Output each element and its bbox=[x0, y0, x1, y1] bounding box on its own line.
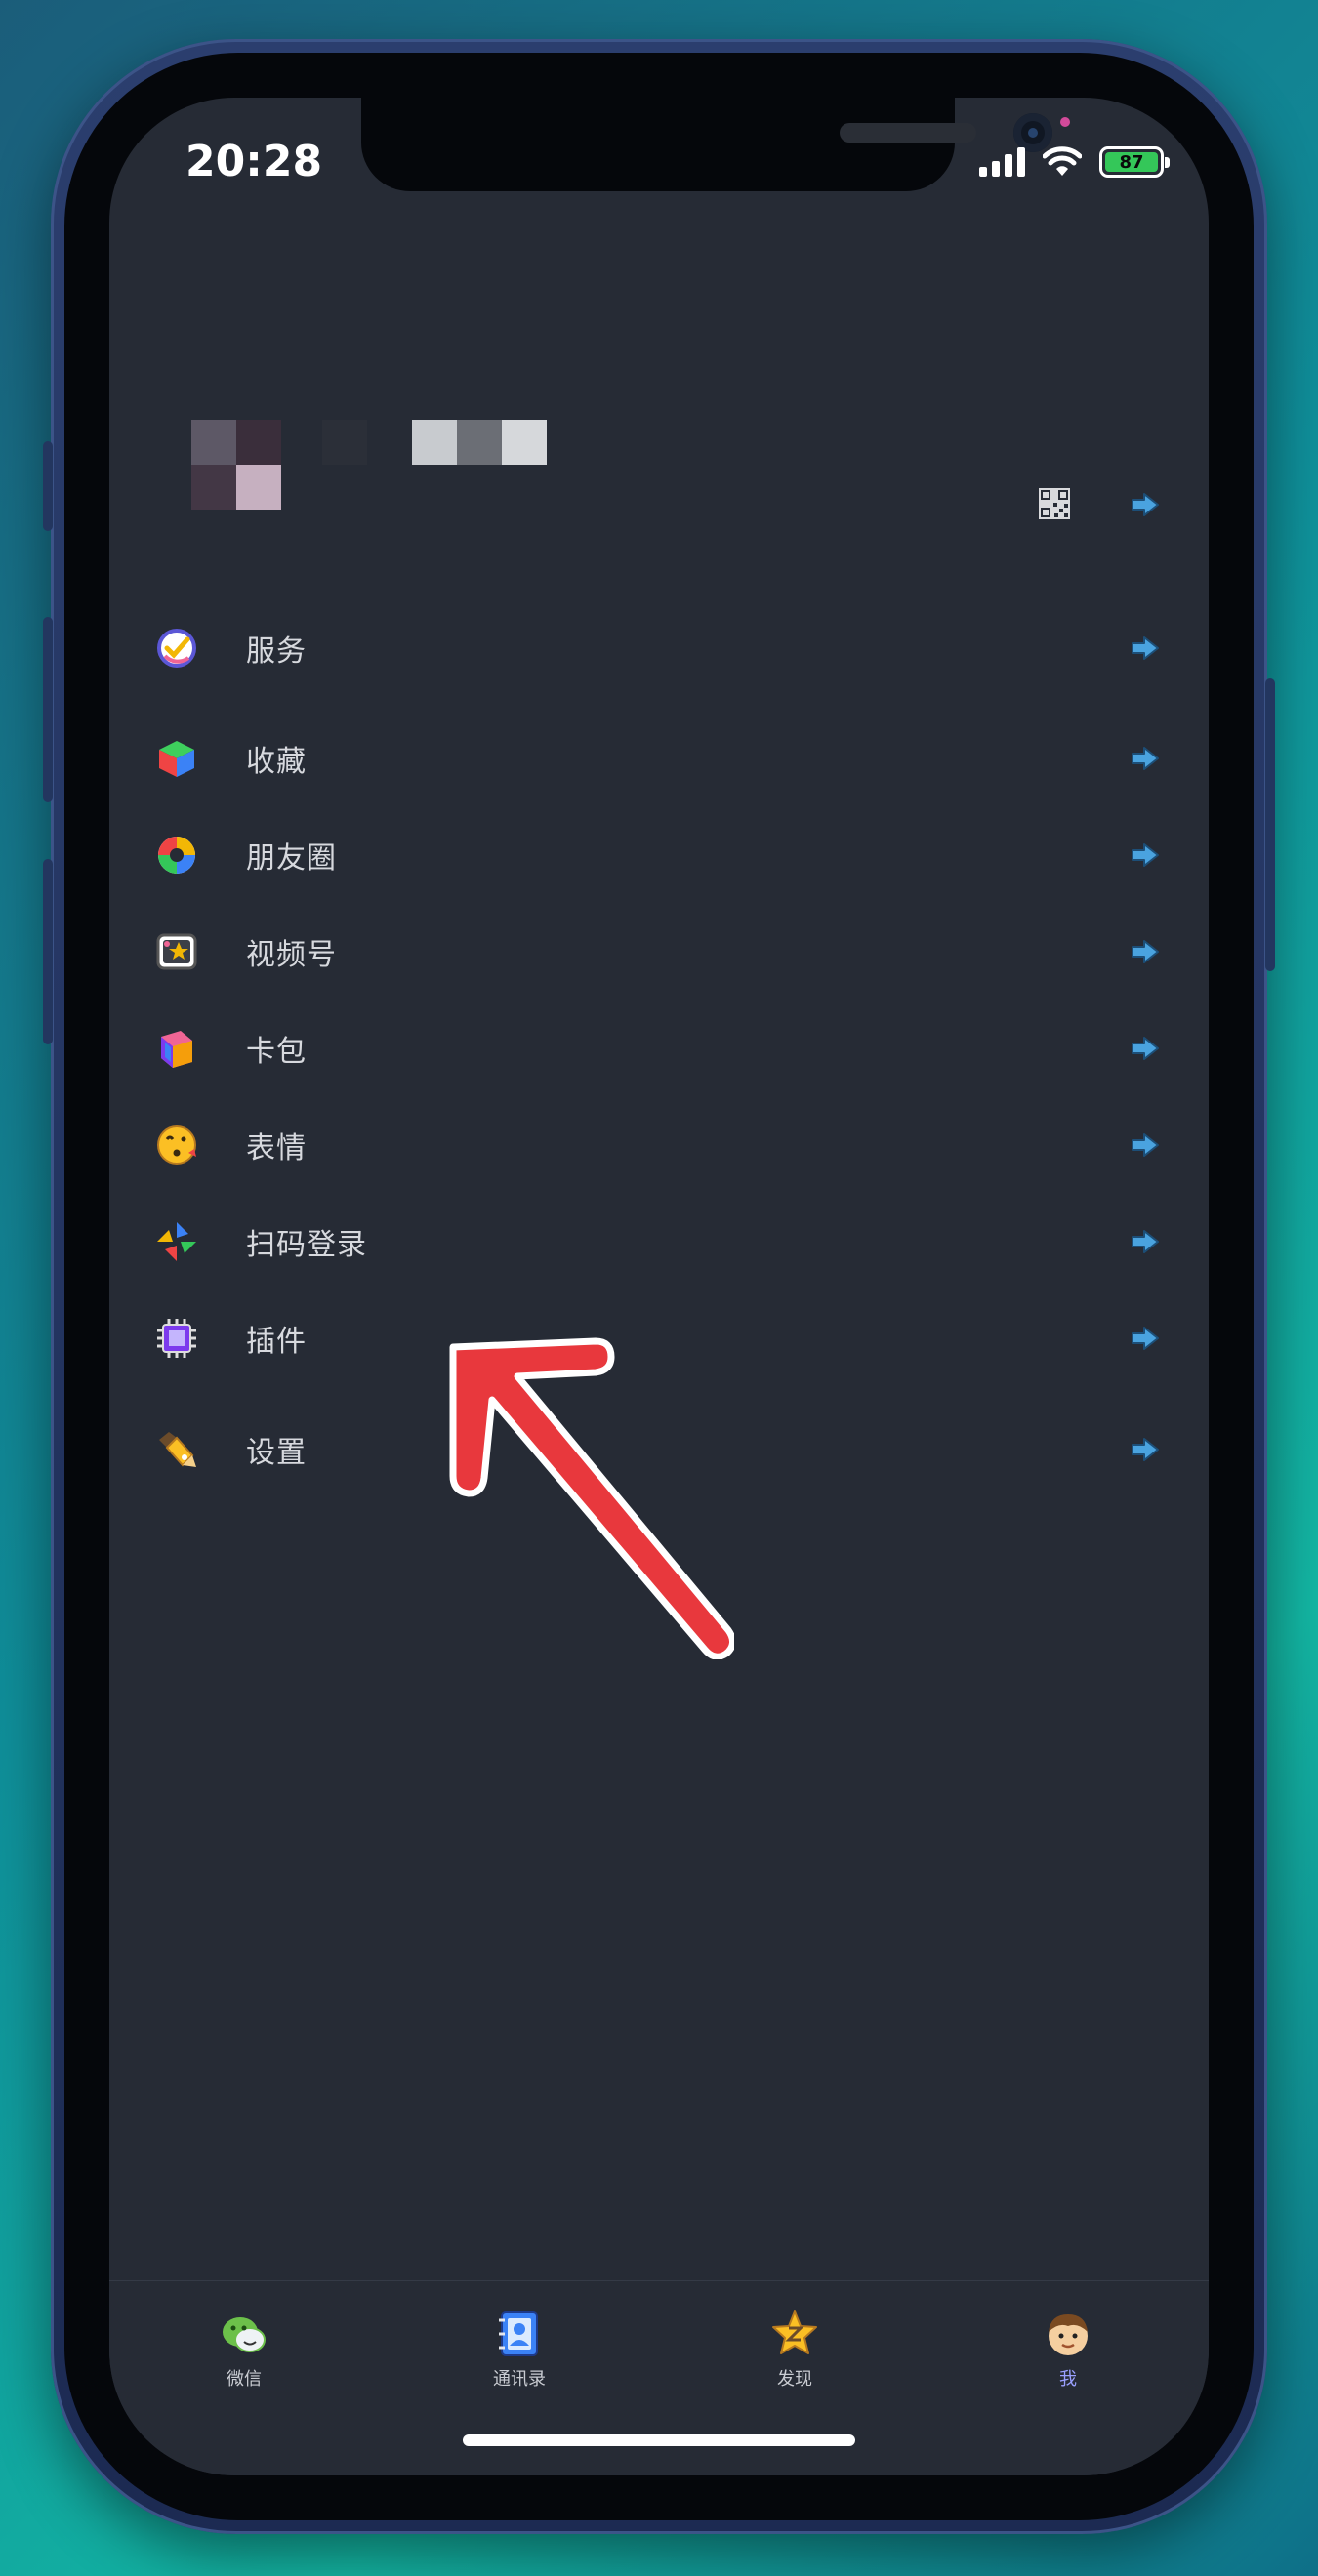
chat-icon bbox=[223, 2317, 266, 2352]
chevron-right-icon bbox=[1132, 1327, 1159, 1350]
avatar-pixelated[interactable] bbox=[191, 420, 281, 510]
profile-arrow-icon[interactable] bbox=[1131, 490, 1160, 519]
menu-item-plugins[interactable]: 插件 bbox=[109, 1299, 1209, 1377]
chevron-right-icon bbox=[1132, 636, 1159, 660]
menu-item-cards[interactable]: 卡包 bbox=[109, 1009, 1209, 1087]
menu-item-scan-login[interactable]: 扫码登录 bbox=[109, 1203, 1209, 1281]
battery-level: 87 bbox=[1105, 152, 1158, 173]
chevron-right-icon bbox=[1132, 1037, 1159, 1060]
menu-label: 设置 bbox=[246, 1436, 307, 1470]
menu-item-settings[interactable]: 设置 bbox=[109, 1411, 1209, 1489]
menu-item-stickers[interactable]: 表情 bbox=[109, 1106, 1209, 1184]
tab-label: 发现 bbox=[777, 2369, 812, 2390]
menu-label: 收藏 bbox=[246, 745, 307, 779]
tab-label: 我 bbox=[1059, 2369, 1077, 2390]
menu-label: 扫码登录 bbox=[246, 1228, 367, 1262]
tab-contacts[interactable]: 通讯录 bbox=[461, 2309, 578, 2391]
channels-icon bbox=[154, 929, 199, 974]
home-indicator[interactable] bbox=[463, 2434, 855, 2446]
earpiece-speaker bbox=[840, 123, 976, 143]
me-icon bbox=[1049, 2314, 1088, 2355]
scan-icon bbox=[154, 1219, 199, 1264]
chevron-right-icon bbox=[1132, 1438, 1159, 1461]
chevron-right-icon bbox=[1132, 747, 1159, 770]
emoji-icon bbox=[154, 1123, 199, 1167]
menu-item-channels[interactable]: 视频号 bbox=[109, 913, 1209, 991]
wifi-icon bbox=[1043, 146, 1082, 176]
menu-item-favorites[interactable]: 收藏 bbox=[109, 719, 1209, 797]
tab-chats[interactable]: 微信 bbox=[185, 2309, 303, 2391]
discover-icon bbox=[772, 2310, 817, 2354]
menu-item-moments[interactable]: 朋友圈 bbox=[109, 816, 1209, 894]
menu-label: 朋友圈 bbox=[246, 841, 337, 876]
volume-up-button bbox=[43, 617, 53, 802]
nickname-pixelated bbox=[322, 420, 547, 465]
annotation-arrow bbox=[449, 1337, 734, 1659]
services-icon bbox=[154, 626, 199, 671]
chevron-right-icon bbox=[1132, 940, 1159, 963]
screen: 20:28 87 服务 收藏 朋友圈 视频号 卡包 表情 扫码登录 插件 设置 … bbox=[109, 98, 1209, 2475]
volume-down-button bbox=[43, 859, 53, 1044]
settings-icon bbox=[154, 1427, 199, 1472]
notch bbox=[361, 98, 1052, 191]
power-button bbox=[1265, 678, 1275, 971]
contacts-icon bbox=[499, 2311, 538, 2356]
moments-icon bbox=[154, 833, 199, 878]
menu-label: 卡包 bbox=[246, 1035, 307, 1069]
mute-switch bbox=[43, 441, 53, 531]
cellular-signal-icon bbox=[979, 147, 1025, 177]
qr-code-icon[interactable] bbox=[1039, 488, 1070, 519]
cards-icon bbox=[154, 1026, 199, 1071]
status-icons: 87 bbox=[979, 146, 1170, 178]
tab-label: 通讯录 bbox=[493, 2369, 546, 2390]
chevron-right-icon bbox=[1132, 843, 1159, 867]
chevron-right-icon bbox=[1132, 1133, 1159, 1157]
tab-me[interactable]: 我 bbox=[1009, 2309, 1127, 2391]
status-time: 20:28 bbox=[185, 137, 323, 186]
menu-label: 服务 bbox=[246, 634, 307, 669]
tab-bar: 微信 通讯录 发现 我 bbox=[109, 2280, 1209, 2475]
chevron-right-icon bbox=[1132, 1230, 1159, 1253]
cube-icon bbox=[154, 736, 199, 781]
menu-item-services[interactable]: 服务 bbox=[109, 609, 1209, 687]
menu-label: 表情 bbox=[246, 1131, 307, 1165]
battery-icon: 87 bbox=[1099, 146, 1170, 178]
profile-header[interactable] bbox=[109, 420, 1209, 547]
tab-label: 微信 bbox=[227, 2369, 262, 2390]
plugin-icon bbox=[154, 1316, 199, 1361]
menu-label: 视频号 bbox=[246, 938, 337, 972]
menu-label: 插件 bbox=[246, 1325, 307, 1359]
tab-discover[interactable]: 发现 bbox=[736, 2309, 853, 2391]
privacy-indicator-dot bbox=[1060, 117, 1070, 127]
